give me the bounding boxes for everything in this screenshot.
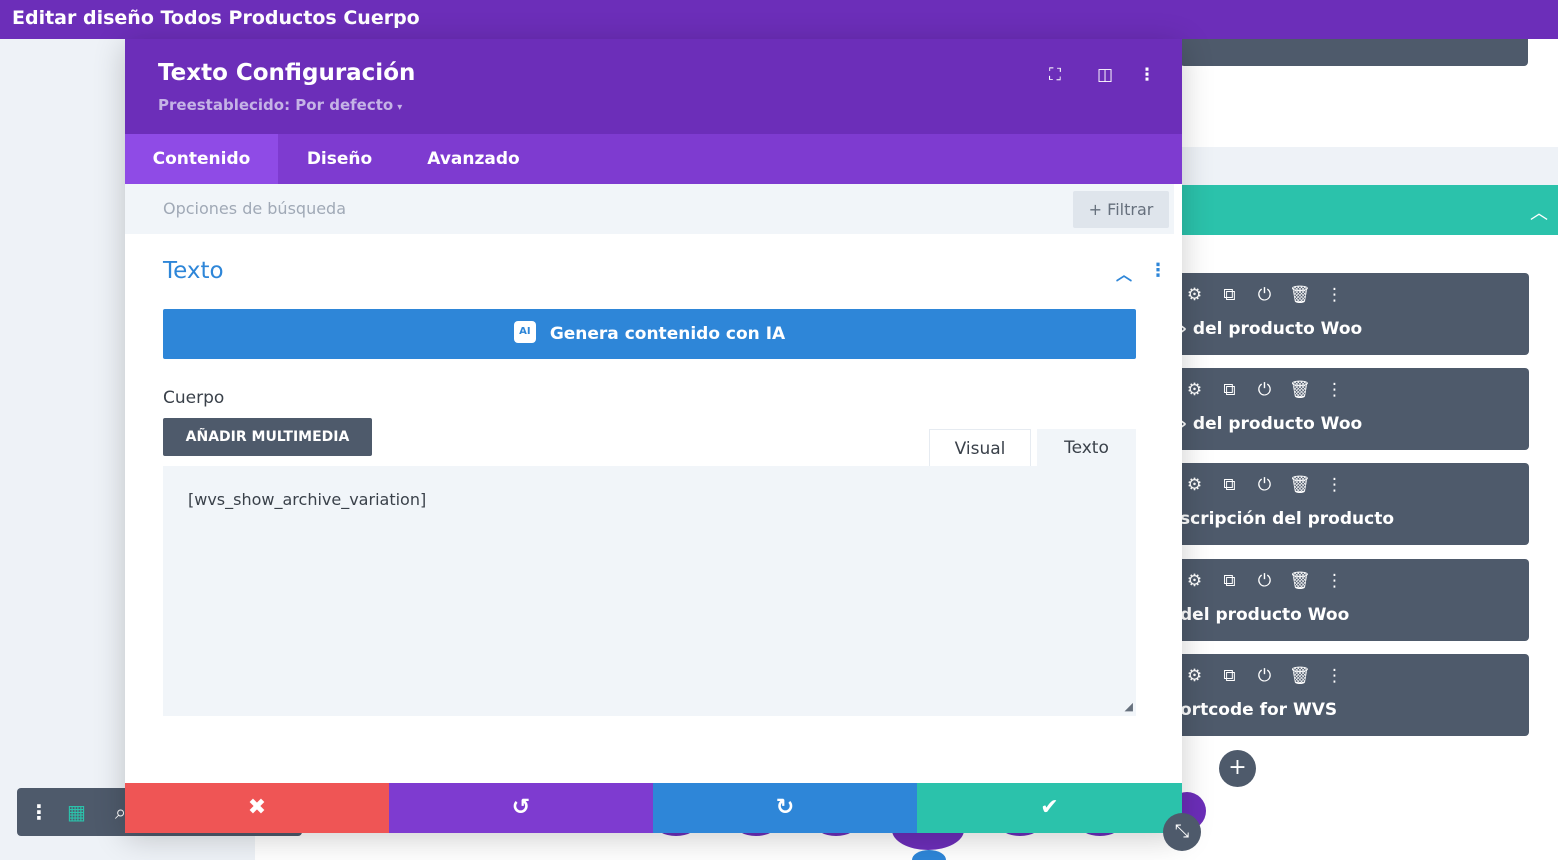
caret-down-icon: ▾ [397, 102, 403, 113]
module-title: ortcode for WVS [1180, 700, 1338, 720]
builder-title: Editar diseño Todos Productos Cuerpo [12, 7, 420, 29]
trash-icon[interactable]: 🗑 [1289, 380, 1311, 400]
undo-icon: ↺ [511, 795, 531, 820]
settings-modal: Texto Configuración Preestablecido: Por … [125, 39, 1182, 833]
trash-icon[interactable]: 🗑 [1289, 475, 1311, 495]
focus-icon[interactable]: ⛶ [1044, 65, 1066, 87]
add-module-button[interactable]: + [1219, 750, 1256, 787]
tab-diseno[interactable]: Diseño [278, 134, 401, 184]
split-view-icon[interactable]: ◫ [1094, 65, 1116, 87]
module-block[interactable]: ⚙ ⧉ ⏻ 🗑 ⋮ ortcode for WVS [1180, 654, 1529, 736]
duplicate-icon[interactable]: ⧉ [1219, 380, 1240, 400]
generate-ai-label: Genera contenido con IA [549, 324, 786, 344]
more-vertical-icon[interactable]: ⋮ [1324, 666, 1345, 686]
module-block[interactable]: ⚙ ⧉ ⏻ 🗑 ⋮ › del producto Woo [1180, 368, 1529, 450]
expand-icon[interactable]: ⤡ [1163, 813, 1201, 851]
preset-label: Preestablecido: Por defecto [158, 96, 394, 114]
generate-ai-button[interactable]: AI Genera contenido con IA [163, 309, 1136, 359]
search-input[interactable]: Opciones de búsqueda [163, 199, 346, 218]
module-title: › del producto Woo [1180, 319, 1363, 339]
modal-header: Texto Configuración Preestablecido: Por … [125, 39, 1182, 134]
module-title: del producto Woo [1180, 605, 1350, 625]
body-field-label: Cuerpo [163, 388, 225, 408]
row-header-bar[interactable]: ︿ [1180, 185, 1558, 235]
module-title: › del producto Woo [1180, 414, 1363, 434]
tab-contenido[interactable]: Contenido [125, 134, 278, 184]
redo-icon: ↻ [775, 795, 795, 820]
module-title: scripción del producto [1180, 509, 1395, 529]
redo-button[interactable]: ↻ [653, 783, 917, 833]
builder-title-bar: Editar diseño Todos Productos Cuerpo [0, 0, 1558, 39]
trash-icon[interactable]: 🗑 [1289, 285, 1311, 305]
more-vertical-icon[interactable]: ⋮ [1324, 571, 1345, 591]
filter-button-label: Filtrar [1107, 200, 1154, 219]
section-title[interactable]: Texto [163, 258, 224, 284]
more-vertical-icon[interactable]: ⋮ [1324, 380, 1345, 400]
power-icon[interactable]: ⏻ [1254, 666, 1275, 686]
body-textarea[interactable]: [wvs_show_archive_variation] ◢ [163, 466, 1136, 716]
chevron-up-icon[interactable]: ︿ [1116, 261, 1132, 285]
more-vertical-icon[interactable]: ⋮ [1324, 475, 1345, 495]
body-content: [wvs_show_archive_variation] [188, 490, 427, 509]
more-vertical-icon[interactable]: ⋮ [1324, 285, 1345, 305]
layout-icon[interactable]: ▦ [67, 800, 86, 824]
power-icon[interactable]: ⏻ [1254, 475, 1275, 495]
modal-scrollbar[interactable] [1174, 184, 1182, 536]
duplicate-icon[interactable]: ⧉ [1219, 666, 1240, 686]
options-search-bar: Opciones de búsqueda + Filtrar [125, 184, 1182, 234]
more-vertical-icon[interactable]: ⋮ [1149, 260, 1167, 281]
more-vertical-icon[interactable]: ⋮ [29, 800, 49, 824]
chevron-up-icon[interactable]: ︿ [1530, 199, 1548, 225]
cancel-button[interactable]: ✖ [125, 783, 389, 833]
modal-tabs: Contenido Diseño Avanzado [125, 134, 1182, 184]
duplicate-icon[interactable]: ⧉ [1219, 475, 1240, 495]
power-icon[interactable]: ⏻ [1254, 571, 1275, 591]
gear-icon[interactable]: ⚙ [1184, 285, 1205, 305]
add-media-button[interactable]: AÑADIR MULTIMEDIA [163, 418, 372, 456]
module-strip-top[interactable] [1180, 39, 1528, 66]
power-icon[interactable]: ⏻ [1254, 285, 1275, 305]
filter-button[interactable]: + Filtrar [1073, 191, 1169, 228]
modal-title: Texto Configuración [158, 60, 416, 86]
close-icon: ✖ [247, 795, 267, 820]
resize-handle-icon[interactable]: ◢ [1125, 700, 1133, 713]
modal-action-bar: ✖ ↺ ↻ ✔ [125, 783, 1182, 833]
duplicate-icon[interactable]: ⧉ [1219, 285, 1240, 305]
duplicate-icon[interactable]: ⧉ [1219, 571, 1240, 591]
module-block[interactable]: ⚙ ⧉ ⏻ 🗑 ⋮ › del producto Woo [1180, 273, 1529, 355]
plus-icon: + [1088, 200, 1103, 219]
module-block[interactable]: ⚙ ⧉ ⏻ 🗑 ⋮ del producto Woo [1180, 559, 1529, 641]
more-vertical-icon[interactable]: ⋮ [1136, 65, 1158, 87]
save-button[interactable]: ✔ [917, 783, 1182, 833]
gear-icon[interactable]: ⚙ [1184, 380, 1205, 400]
preset-selector[interactable]: Preestablecido: Por defecto ▾ [158, 96, 402, 114]
gear-icon[interactable]: ⚙ [1184, 666, 1205, 686]
editor-tab-visual[interactable]: Visual [929, 429, 1031, 467]
gear-icon[interactable]: ⚙ [1184, 571, 1205, 591]
undo-button[interactable]: ↺ [389, 783, 653, 833]
module-block[interactable]: ⚙ ⧉ ⏻ 🗑 ⋮ scripción del producto [1180, 463, 1529, 545]
editor-tab-text[interactable]: Texto [1037, 429, 1136, 467]
tab-avanzado[interactable]: Avanzado [401, 134, 546, 184]
trash-icon[interactable]: 🗑 [1289, 571, 1311, 591]
check-icon: ✔ [1040, 795, 1059, 820]
ai-icon: AI [513, 321, 536, 343]
trash-icon[interactable]: 🗑 [1289, 666, 1311, 686]
power-icon[interactable]: ⏻ [1254, 380, 1275, 400]
gear-icon[interactable]: ⚙ [1184, 475, 1205, 495]
